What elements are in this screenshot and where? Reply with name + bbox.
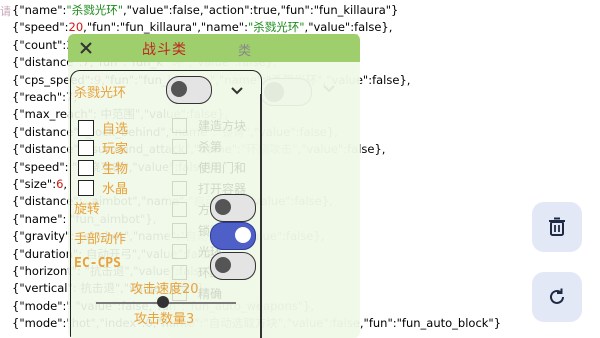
hand-action-label: 手部动作 xyxy=(74,232,127,247)
corner-label: 请 xyxy=(0,5,11,18)
target-label: 自选 xyxy=(102,122,129,137)
panel-header: 战斗类 类 xyxy=(68,34,360,62)
log-token: "size" xyxy=(19,177,53,191)
panel-header-right: 类 xyxy=(238,44,252,59)
faded-label: 杀第 xyxy=(198,140,223,154)
log-token: , xyxy=(63,177,68,191)
refresh-button[interactable] xyxy=(532,272,582,322)
target-checkbox[interactable] xyxy=(78,180,94,196)
log-token: 20 xyxy=(68,20,84,35)
log-token: "count" xyxy=(19,37,63,52)
log-token: "speed" xyxy=(19,20,65,35)
rotate-label: 旋转 xyxy=(74,202,101,217)
rotate-toggle[interactable] xyxy=(210,194,256,222)
faded-checkbox xyxy=(172,223,187,238)
faded-checkbox xyxy=(172,244,187,259)
refresh-icon xyxy=(550,288,564,304)
faded-label: 建造方块 xyxy=(198,119,247,133)
close-icon[interactable] xyxy=(78,40,94,56)
log-token: "mode" xyxy=(19,316,63,331)
log-line: {"name":"杀戮光环","value":false,"action":tr… xyxy=(0,2,398,18)
ec-cps-toggle[interactable] xyxy=(210,252,256,280)
faded-checkbox xyxy=(172,118,187,133)
log-token: "gravity" xyxy=(19,229,71,244)
faded-checkbox xyxy=(172,139,187,154)
log-line: {"speed":20,"fun":"fun_killaura","name":… xyxy=(0,19,392,35)
target-label: 生物 xyxy=(102,162,129,177)
attack-count-label: 攻击数量3 xyxy=(134,312,195,327)
toggle-knob xyxy=(235,227,251,243)
module-toggle[interactable] xyxy=(166,76,212,104)
log-line: {"size":6, xyxy=(0,176,67,192)
delete-button[interactable] xyxy=(532,202,582,252)
log-token: "杀戮光环" xyxy=(247,20,305,35)
module-name: 杀戮光环 xyxy=(74,86,127,101)
faded-label: 精确 xyxy=(198,287,223,301)
log-token: ,"value":false,"action":true,"fun":"fun_… xyxy=(123,3,399,17)
faded-label: 使用门和 xyxy=(198,161,247,175)
divider xyxy=(260,94,262,338)
log-line: {"reach":7, xyxy=(0,89,77,105)
faded-checkbox xyxy=(172,202,187,217)
target-checkbox[interactable] xyxy=(78,160,94,176)
log-token: "杀戮光环" xyxy=(66,3,123,17)
trash-icon xyxy=(549,217,565,236)
faded-checkbox xyxy=(172,181,187,196)
log-token: ,"value":false}, xyxy=(304,20,393,35)
log-token: "reach" xyxy=(19,90,63,104)
combat-panel: 战斗类 类 杀戮光环 建造方块杀第使用门和打开容器方块对锁背光环环绕攻精确 自选… xyxy=(68,34,360,338)
log-token: "mode" xyxy=(19,298,63,313)
target-label: 玩家 xyxy=(102,142,129,157)
log-token: "speed" xyxy=(19,159,65,174)
chevron-down-icon[interactable] xyxy=(230,86,244,96)
attack-speed-label: 攻击速度20 xyxy=(130,282,199,297)
log-token: "vertical" xyxy=(19,281,73,296)
faded-checkbox xyxy=(172,160,187,175)
toggle-knob xyxy=(215,199,231,215)
ec-cps-label: EC-CPS xyxy=(74,256,121,271)
target-checkbox[interactable] xyxy=(78,120,94,136)
target-checkbox[interactable] xyxy=(78,140,94,156)
target-label: 水晶 xyxy=(102,182,129,197)
toggle-knob xyxy=(171,81,187,97)
hand-action-toggle[interactable] xyxy=(210,222,256,250)
log-token: ,"fun":"fun_killaura","name": xyxy=(83,20,248,35)
toggle-knob xyxy=(215,257,231,273)
panel-title: 战斗类 xyxy=(142,42,187,58)
log-token: "name" xyxy=(19,211,63,226)
log-token: "name" xyxy=(19,3,63,17)
